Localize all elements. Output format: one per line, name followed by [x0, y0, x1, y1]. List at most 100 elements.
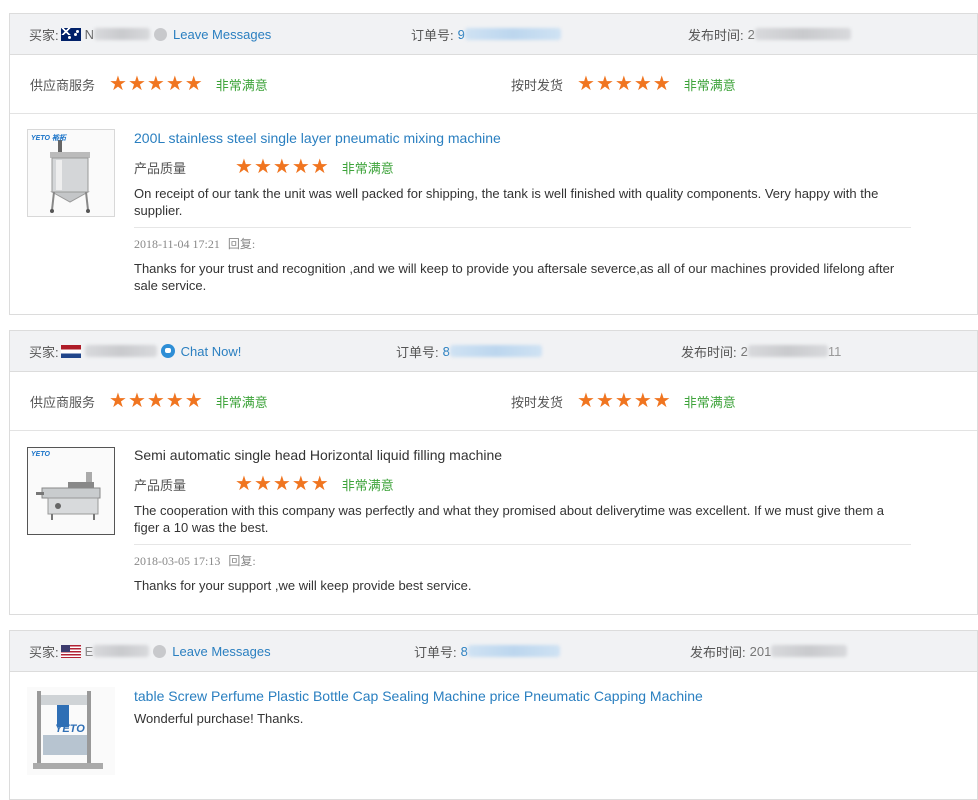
product-quality-rating: 产品质量 ★ ★ ★ ★ ★ 非常满意	[134, 474, 911, 494]
star-icon: ★	[235, 156, 253, 178]
product-thumbnail[interactable]: YETO	[27, 447, 115, 535]
star-icon: ★	[127, 73, 146, 95]
star-icon: ★	[165, 73, 184, 95]
order-label: 订单号:	[411, 27, 454, 43]
order-label: 订单号:	[414, 644, 457, 660]
order-number[interactable]: 8	[443, 344, 450, 359]
review-header: 买家: E Leave Messages 订单号: 8 发布时间: 201	[10, 631, 977, 672]
star-icon: ★	[633, 73, 652, 95]
star-icon: ★	[291, 473, 310, 495]
post-time: 201	[749, 643, 772, 659]
buyer-name-blurred	[94, 28, 151, 40]
supplier-service-rating: 供应商服务 ★ ★ ★ ★ ★ 非常满意	[30, 55, 268, 113]
star-icon: ★	[235, 473, 253, 495]
review-header: 买家: Chat Now! 订单号: 8 发布时间: 2 11	[10, 331, 977, 372]
buyer-name-blurred	[84, 345, 157, 357]
reply-meta: 2018-03-05 17:13 回复:	[134, 552, 911, 569]
reply-time: 2018-03-05 17:13	[134, 554, 221, 568]
star-icon: ★	[272, 156, 291, 178]
review-card: 买家: E Leave Messages 订单号: 8 发布时间: 201 YE…	[9, 630, 978, 800]
star-icon: ★	[614, 390, 633, 412]
buyer-name: E	[84, 643, 94, 659]
product-title-link[interactable]: Semi automatic single head Horizontal li…	[134, 446, 911, 464]
leave-messages-link[interactable]: Leave Messages	[173, 27, 271, 42]
rating-row: 供应商服务 ★ ★ ★ ★ ★ 非常满意 按时发货 ★ ★ ★ ★ ★ 非常满意	[10, 55, 977, 114]
star-icon: ★	[577, 73, 595, 95]
flag-netherlands-icon	[60, 344, 81, 358]
reply-meta: 2018-11-04 17:21 回复:	[134, 235, 911, 252]
order-number-blurred	[449, 345, 542, 357]
review-comment: The cooperation with this company was pe…	[134, 503, 885, 535]
message-icon[interactable]	[153, 644, 167, 658]
post-time: 2	[747, 26, 755, 42]
post-time-tail: 11	[827, 343, 842, 359]
leave-messages-link[interactable]: Leave Messages	[172, 644, 270, 659]
flag-united-states-icon	[60, 644, 81, 658]
on-time-delivery-label: 按时发货	[511, 394, 564, 410]
order-number[interactable]: 8	[461, 644, 468, 659]
reply-time: 2018-11-04 17:21	[134, 237, 220, 251]
product-title-link[interactable]: 200L stainless steel single layer pneuma…	[134, 129, 911, 147]
review-header: 买家: N Leave Messages 订单号: 9 发布时间: 2	[10, 14, 977, 55]
review-content: table Screw Perfume Plastic Bottle Cap S…	[134, 687, 911, 727]
post-time-label: 发布时间:	[690, 644, 746, 660]
star-icon: ★	[614, 73, 633, 95]
order-info: 订单号: 8	[396, 331, 542, 371]
product-quality-label: 产品质量	[134, 477, 187, 493]
buyer-label: 买家:	[29, 644, 59, 660]
chat-icon[interactable]	[160, 344, 175, 358]
star-icon: ★	[253, 473, 272, 495]
star-rating: ★ ★ ★ ★ ★	[235, 474, 330, 494]
satisfaction-label: 非常满意	[683, 394, 736, 410]
satisfaction-label: 非常满意	[215, 394, 268, 410]
reply-label: 回复:	[227, 237, 256, 251]
star-icon: ★	[577, 390, 595, 412]
star-icon: ★	[184, 73, 203, 95]
buyer-info: 买家: E Leave Messages	[29, 631, 271, 671]
post-time-info: 发布时间: 201	[690, 631, 848, 671]
brand-logo: YETO 裕拓	[31, 135, 66, 142]
on-time-delivery-label: 按时发货	[511, 77, 564, 93]
buyer-info: 买家: Chat Now!	[29, 331, 241, 371]
product-title-link[interactable]: table Screw Perfume Plastic Bottle Cap S…	[134, 687, 911, 705]
filling-machine-image	[36, 472, 101, 520]
message-icon[interactable]	[154, 27, 168, 41]
order-number-blurred	[464, 28, 561, 40]
product-thumbnail[interactable]: YETO	[27, 687, 115, 775]
post-time-info: 发布时间: 2	[688, 14, 851, 54]
product-thumbnail[interactable]: YETO 裕拓	[27, 129, 115, 217]
review-card: 买家: N Leave Messages 订单号: 9 发布时间: 2 供应商服…	[9, 13, 978, 315]
star-rating: ★ ★ ★ ★ ★	[109, 391, 204, 411]
satisfaction-label: 非常满意	[215, 77, 268, 93]
star-rating: ★ ★ ★ ★ ★	[235, 157, 330, 177]
reply-text: Thanks for your trust and recognition ,a…	[134, 261, 895, 293]
reply-label: 回复:	[228, 554, 256, 568]
star-icon: ★	[633, 390, 652, 412]
buyer-label: 买家:	[29, 344, 59, 360]
brand-logo: YETO	[31, 451, 50, 458]
star-icon: ★	[146, 73, 165, 95]
satisfaction-label: 非常满意	[683, 77, 736, 93]
star-rating: ★ ★ ★ ★ ★	[577, 391, 672, 411]
post-time-info: 发布时间: 2 11	[681, 331, 841, 371]
chat-now-link[interactable]: Chat Now!	[181, 344, 242, 359]
star-icon: ★	[310, 473, 329, 495]
star-icon: ★	[310, 156, 329, 178]
buyer-label: 买家:	[29, 27, 59, 43]
buyer-name-blurred	[93, 645, 150, 657]
star-icon: ★	[595, 73, 614, 95]
order-number[interactable]: 9	[458, 27, 465, 42]
star-icon: ★	[595, 390, 614, 412]
satisfaction-label: 非常满意	[341, 160, 394, 176]
review-comment: On receipt of our tank the unit was well…	[134, 186, 879, 218]
order-label: 订单号:	[396, 344, 439, 360]
review-card: 买家: Chat Now! 订单号: 8 发布时间: 2 11 供应商服务 ★ ★…	[9, 330, 978, 615]
star-icon: ★	[146, 390, 165, 412]
star-icon: ★	[127, 390, 146, 412]
buyer-info: 买家: N Leave Messages	[29, 14, 271, 54]
order-info: 订单号: 8	[414, 631, 560, 671]
order-number-blurred	[467, 645, 560, 657]
supplier-service-rating: 供应商服务 ★ ★ ★ ★ ★ 非常满意	[30, 372, 268, 430]
review-comment: Wonderful purchase! Thanks.	[134, 711, 304, 726]
brand-logo: YETO	[55, 723, 85, 735]
